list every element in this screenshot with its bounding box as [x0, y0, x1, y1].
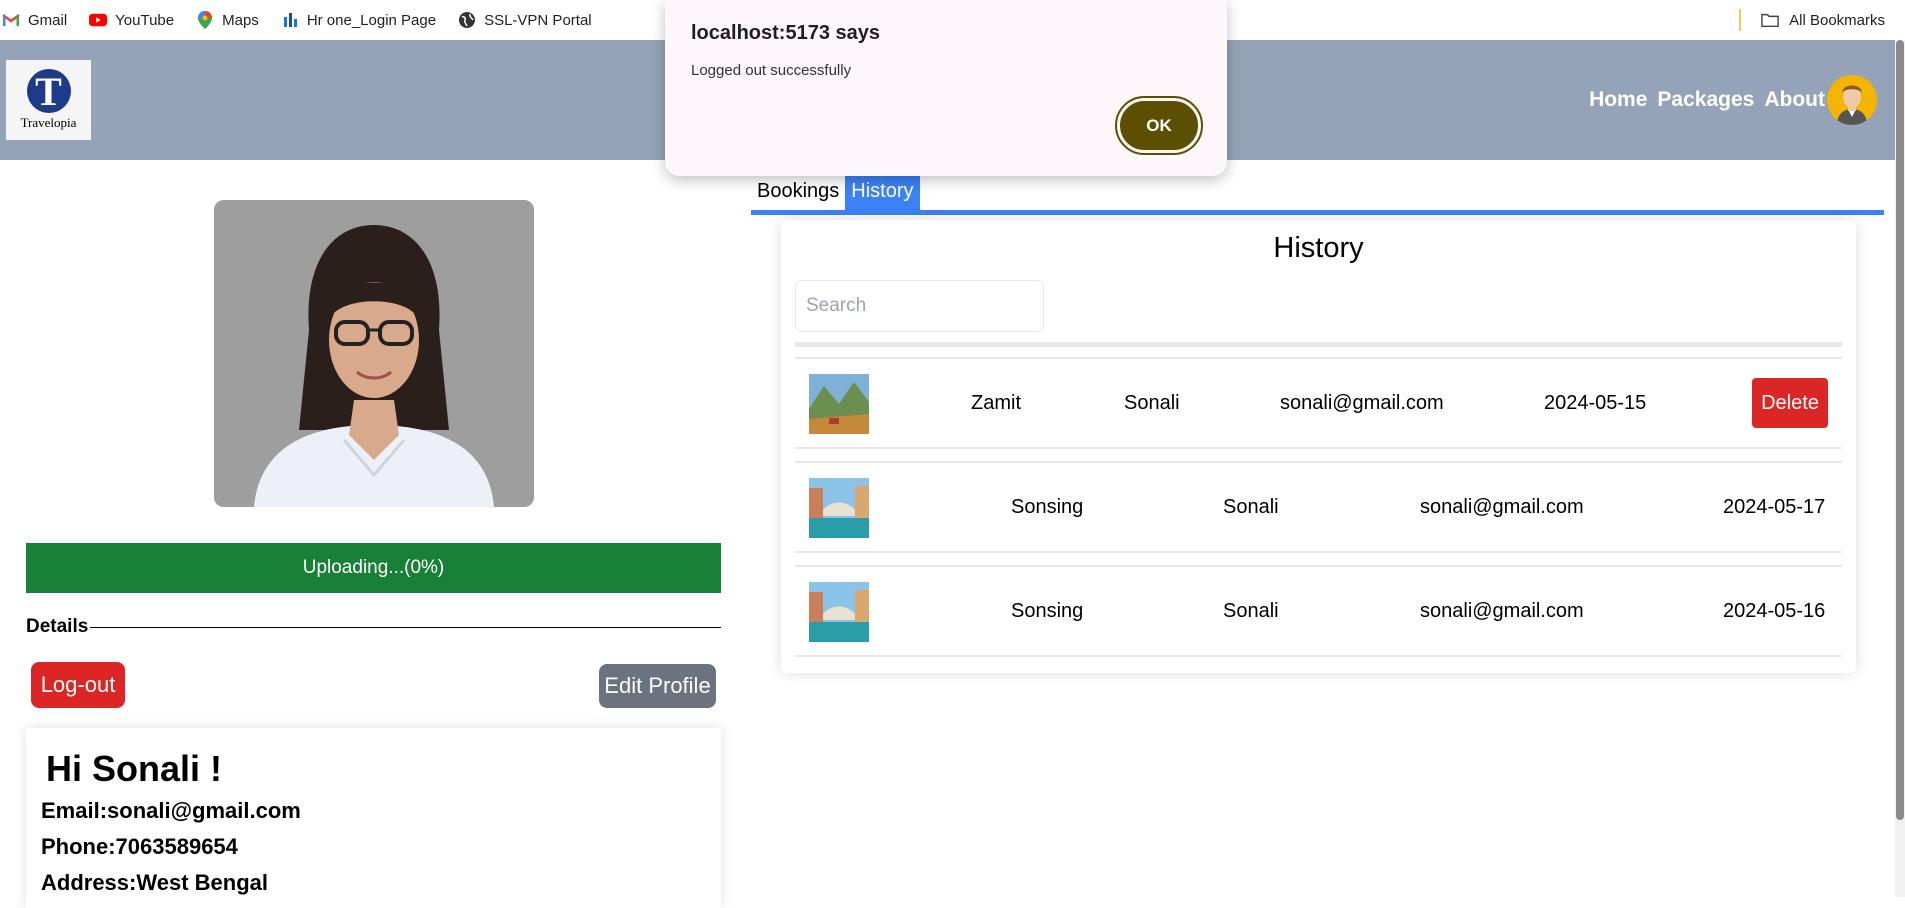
table-row: Sonsing Sonali sonali@gmail.com 2024-05-… — [795, 565, 1842, 657]
cell-place: Sonsing — [1011, 495, 1084, 518]
cell-name: Sonali — [1223, 599, 1279, 622]
bookmarks-separator — [1739, 9, 1742, 31]
profile-photo — [214, 200, 534, 507]
maps-icon — [196, 11, 214, 29]
nav-home[interactable]: Home — [1589, 88, 1647, 112]
user-avatar[interactable] — [1827, 75, 1877, 125]
all-bookmarks-label: All Bookmarks — [1789, 11, 1885, 29]
dialog-message: Logged out successfully — [691, 62, 852, 79]
youtube-icon — [89, 11, 108, 29]
bookmark-youtube[interactable]: YouTube — [89, 11, 174, 29]
details-divider: Details — [26, 616, 721, 638]
dialog-title: localhost:5173 says — [691, 22, 880, 44]
tab-history[interactable]: History — [845, 174, 920, 210]
bookmark-label: Gmail — [28, 11, 68, 29]
cell-name: Sonali — [1223, 495, 1279, 518]
upload-progress-bar: Uploading...(0%) — [26, 543, 721, 593]
cell-place: Zamit — [971, 391, 1021, 414]
booking-thumbnail — [809, 478, 869, 538]
greeting: Hi Sonali ! — [46, 748, 223, 789]
nav-packages[interactable]: Packages — [1657, 88, 1754, 112]
logo-text: Travelopia — [20, 115, 77, 130]
hrone-icon — [281, 11, 299, 29]
cell-email: sonali@gmail.com — [1420, 495, 1584, 518]
table-header-divider — [795, 342, 1842, 347]
bookmark-ssl-vpn[interactable]: SSL-VPN Portal — [458, 11, 592, 29]
history-card: History Zamit Sonali sonali@gmail.com 20… — [781, 220, 1856, 673]
gmail-icon — [2, 11, 20, 29]
bookmark-label: Hr one_Login Page — [306, 11, 437, 29]
tabs: Bookings History — [751, 174, 1884, 215]
ok-button[interactable]: OK — [1115, 96, 1203, 155]
cell-date: 2024-05-17 — [1723, 495, 1826, 518]
profile-email: Email:sonali@gmail.com — [41, 798, 301, 823]
table-row: Sonsing Sonali sonali@gmail.com 2024-05-… — [795, 461, 1842, 553]
search-input[interactable] — [795, 280, 1044, 332]
page-scrollbar[interactable] — [1895, 40, 1905, 897]
alert-dialog: localhost:5173 says Logged out successfu… — [665, 0, 1227, 176]
globe-icon — [458, 11, 476, 29]
tab-bookings[interactable]: Bookings — [751, 174, 845, 210]
logo-mark: T — [26, 69, 71, 114]
bookmark-label: YouTube — [115, 11, 175, 29]
table-row: Zamit Sonali sonali@gmail.com 2024-05-15… — [795, 357, 1842, 449]
booking-thumbnail — [809, 582, 869, 642]
bookmark-label: SSL-VPN Portal — [484, 11, 592, 29]
bookmark-label: Maps — [222, 11, 259, 29]
details-line — [90, 626, 721, 628]
profile-phone: Phone:7063589654 — [41, 834, 238, 859]
details-label: Details — [26, 616, 89, 637]
scrollbar-thumb[interactable] — [1896, 40, 1904, 820]
edit-profile-button[interactable]: Edit Profile — [599, 664, 716, 708]
folder-icon — [1761, 11, 1779, 29]
cell-name: Sonali — [1124, 391, 1180, 414]
cell-email: sonali@gmail.com — [1280, 391, 1444, 414]
cell-date: 2024-05-15 — [1544, 391, 1647, 414]
logo[interactable]: T Travelopia — [6, 60, 91, 140]
cell-place: Sonsing — [1011, 599, 1084, 622]
logout-button[interactable]: Log-out — [31, 662, 125, 708]
nav-links: Home Packages About — [1589, 40, 1825, 160]
profile-address: Address:West Bengal — [41, 870, 268, 895]
delete-button[interactable]: Delete — [1752, 378, 1828, 428]
all-bookmarks[interactable]: All Bookmarks — [1739, 0, 1885, 40]
profile-info-card: Hi Sonali ! Email:sonali@gmail.com Phone… — [26, 728, 721, 908]
bookmark-gmail[interactable]: Gmail — [2, 11, 67, 29]
cell-date: 2024-05-16 — [1723, 599, 1826, 622]
nav-about[interactable]: About — [1764, 88, 1825, 112]
cell-email: sonali@gmail.com — [1420, 599, 1584, 622]
bookmark-hrone[interactable]: Hr one_Login Page — [281, 11, 436, 29]
booking-thumbnail — [809, 374, 869, 434]
history-title: History — [1273, 232, 1364, 264]
bookmark-maps[interactable]: Maps — [196, 11, 259, 29]
